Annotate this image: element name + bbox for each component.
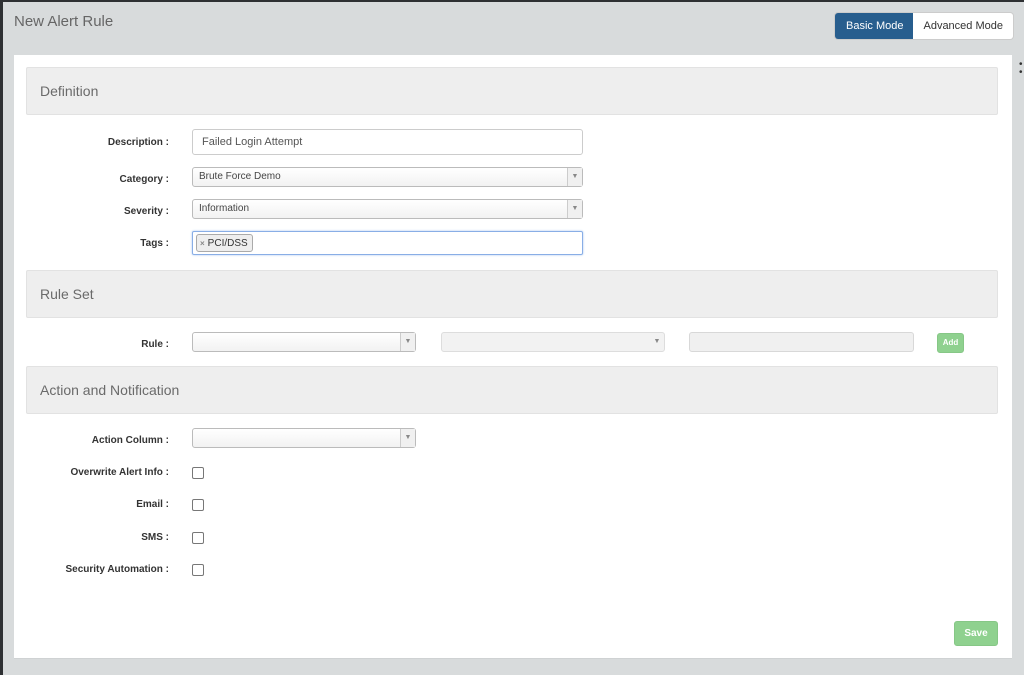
rule-label: Rule :: [141, 339, 169, 350]
sms-label: SMS :: [141, 532, 169, 543]
page-background: New Alert Rule Basic Mode Advanced Mode …: [3, 2, 1024, 675]
definition-title: Definition: [40, 83, 99, 99]
alert-rule-form: Definition Description : Failed Login At…: [14, 55, 1012, 659]
rule-set-section-header: Rule Set: [26, 270, 998, 318]
tag-chip: × PCI/DSS: [196, 234, 253, 252]
save-button[interactable]: Save: [954, 621, 998, 646]
category-label: Category :: [119, 174, 169, 185]
remove-tag-icon[interactable]: ×: [200, 236, 205, 251]
overwrite-alert-info-checkbox[interactable]: [192, 467, 204, 479]
action-column-label: Action Column :: [91, 435, 169, 446]
rule-value-input[interactable]: [689, 332, 914, 352]
chevron-down-icon: ▼: [400, 429, 415, 447]
mode-toggle: Basic Mode Advanced Mode: [835, 13, 1013, 39]
definition-section-header: Definition: [26, 67, 998, 115]
overwrite-alert-info-label: Overwrite Alert Info :: [70, 467, 169, 478]
add-rule-button[interactable]: Add: [937, 333, 964, 353]
page-title: New Alert Rule: [14, 13, 114, 30]
basic-mode-button[interactable]: Basic Mode: [835, 13, 914, 39]
tag-label: PCI/DSS: [207, 237, 248, 249]
tags-input[interactable]: × PCI/DSS: [192, 231, 583, 255]
email-label: Email :: [136, 499, 169, 510]
email-checkbox[interactable]: [192, 499, 204, 511]
severity-select[interactable]: Information ▼: [192, 199, 583, 219]
category-value: Brute Force Demo: [199, 171, 281, 182]
sms-checkbox[interactable]: [192, 532, 204, 544]
description-input[interactable]: Failed Login Attempt: [192, 129, 583, 155]
description-label: Description :: [107, 137, 169, 148]
chevron-down-icon: ▼: [567, 168, 582, 186]
action-title: Action and Notification: [40, 382, 180, 398]
chevron-down-icon: ▼: [653, 338, 661, 345]
action-section-header: Action and Notification: [26, 366, 998, 414]
rule-field-select[interactable]: ▼: [192, 332, 416, 352]
rule-operator-select[interactable]: ▼: [441, 332, 665, 352]
severity-value: Information: [199, 203, 250, 214]
side-menu-icon[interactable]: • •: [1019, 60, 1024, 78]
action-column-select[interactable]: ▼: [192, 428, 416, 448]
tags-label: Tags :: [140, 238, 169, 249]
chevron-down-icon: ▼: [400, 333, 415, 351]
advanced-mode-button[interactable]: Advanced Mode: [913, 13, 1013, 39]
chevron-down-icon: ▼: [567, 200, 582, 218]
security-automation-checkbox[interactable]: [192, 564, 204, 576]
security-automation-label: Security Automation :: [65, 564, 169, 575]
rule-set-title: Rule Set: [40, 286, 94, 302]
category-select[interactable]: Brute Force Demo ▼: [192, 167, 583, 187]
severity-label: Severity :: [123, 206, 169, 217]
